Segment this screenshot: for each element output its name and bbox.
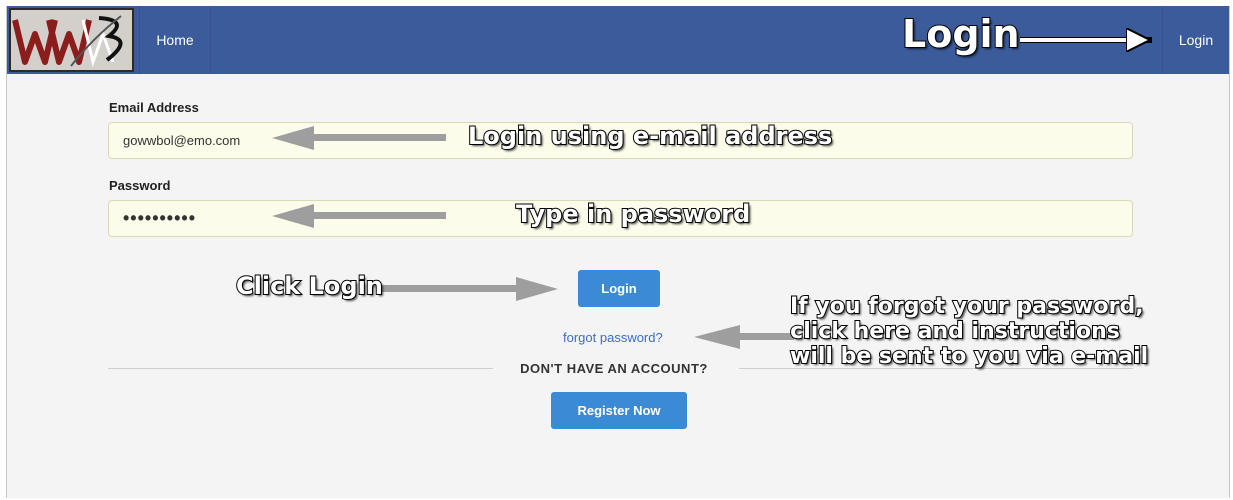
password-arrow bbox=[272, 204, 446, 228]
annotation-email: Login using e-mail address bbox=[467, 121, 833, 151]
annotation-forgot-line1: If you forgot your password, bbox=[789, 293, 1145, 320]
annotation-password: Type in password bbox=[515, 199, 751, 229]
forgot-arrow bbox=[694, 325, 794, 349]
annotation-arrows bbox=[272, 0, 1152, 349]
email-arrow bbox=[272, 126, 446, 150]
annotation-click-login: Click Login bbox=[235, 271, 384, 301]
click-login-arrow bbox=[380, 277, 558, 301]
annotation-forgot: If you forgot your password, click here … bbox=[789, 293, 1149, 370]
annotation-forgot-line2: click here and instructions bbox=[789, 318, 1121, 345]
annotation-forgot-line3: will be sent to you via e-mail bbox=[789, 343, 1149, 370]
annotation-login: Login bbox=[901, 11, 1021, 57]
